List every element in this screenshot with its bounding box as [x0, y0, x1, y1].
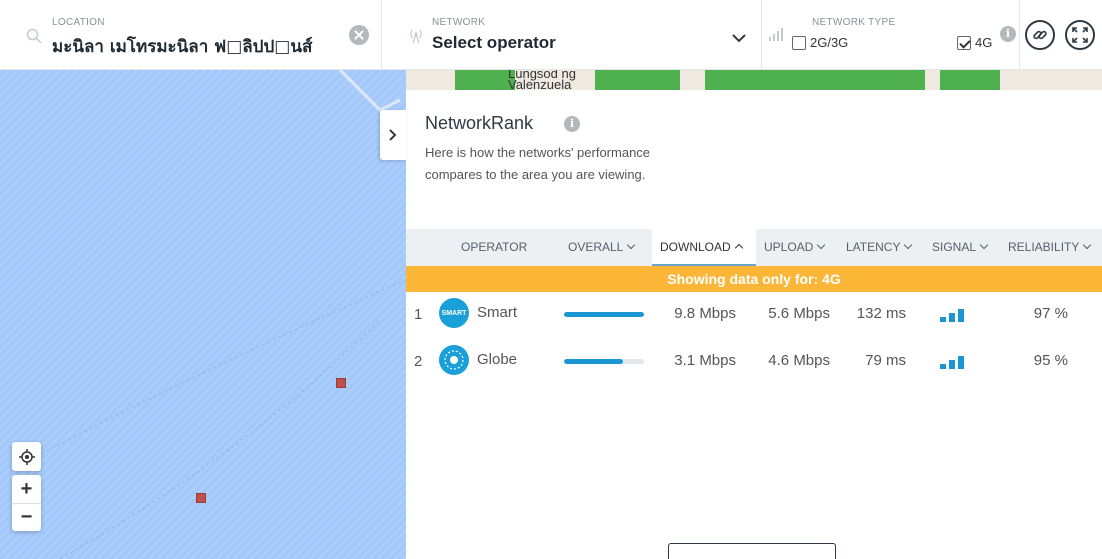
link-icon — [1033, 30, 1047, 40]
reliability-value: 97 % — [1033, 305, 1068, 322]
signal-bar — [949, 313, 955, 322]
signal-icon — [768, 28, 784, 47]
urban-area — [455, 70, 515, 90]
download-value: 3.1 Mbps — [674, 352, 736, 369]
signal-bar — [940, 364, 946, 369]
filter-banner: Showing data only for: 4G — [406, 266, 1102, 292]
table-header: OPERATOR OVERALL DOWNLOAD UPLOAD LATENCY… — [406, 229, 1102, 266]
locate-button[interactable] — [12, 442, 41, 471]
signal-bar — [949, 360, 955, 369]
info-icon[interactable]: i — [564, 116, 580, 132]
signal-bar — [958, 356, 964, 369]
checkbox-label: 4G — [975, 35, 993, 50]
logo-text: SMART — [441, 309, 467, 317]
globe-logo-icon — [444, 350, 464, 370]
column-label: SIGNAL — [932, 240, 977, 254]
operator-logo: SMART — [439, 298, 469, 328]
column-label: DOWNLOAD — [660, 240, 731, 254]
collapse-panel-button[interactable] — [380, 110, 406, 160]
column-operator: OPERATOR — [461, 229, 527, 266]
column-label: RELIABILITY — [1008, 240, 1080, 254]
more-button[interactable] — [668, 543, 836, 559]
zoom-out-button[interactable]: − — [12, 503, 41, 531]
info-icon[interactable]: i — [1000, 26, 1016, 42]
upload-value: 5.6 Mbps — [768, 305, 830, 322]
overall-bar-fill — [564, 359, 624, 364]
network-selector[interactable]: NETWORK Select operator — [382, 0, 762, 70]
checkbox-2g3g[interactable]: 2G/3G — [792, 35, 848, 50]
column-reliability[interactable]: RELIABILITY — [1008, 229, 1092, 266]
clear-icon[interactable] — [349, 25, 369, 45]
checkbox-box[interactable] — [792, 35, 806, 50]
expand-icon — [1072, 27, 1088, 43]
urban-area — [705, 70, 925, 90]
network-label: NETWORK — [432, 17, 486, 28]
urban-area — [940, 70, 1000, 90]
network-type-filter: NETWORK TYPE 2G/3G 4G i — [762, 0, 1020, 70]
zoom-controls: + − — [12, 475, 41, 531]
signal-bar — [958, 309, 964, 322]
crosshair-icon — [18, 448, 35, 465]
location-value[interactable]: มะนิลา เมโทรมะนิลา ฟ□ลิปป□นส์ — [52, 33, 312, 60]
top-bar: LOCATION มะนิลา เมโทรมะนิลา ฟ□ลิปป□นส์ N… — [0, 0, 1102, 70]
operator-name: Globe — [477, 351, 518, 368]
overall-bar — [564, 312, 644, 317]
checkbox-label: 2G/3G — [810, 35, 849, 50]
overall-bar-fill — [564, 312, 644, 317]
column-label: OPERATOR — [461, 240, 528, 254]
header-actions — [1020, 0, 1102, 70]
chevron-right-icon — [389, 129, 397, 141]
map-marker[interactable] — [336, 378, 346, 388]
chevron-down-icon — [904, 240, 913, 250]
panel-description: Here is how the networks' performance co… — [425, 145, 651, 182]
fullscreen-button[interactable] — [1065, 20, 1095, 50]
network-type-label: NETWORK TYPE — [812, 17, 896, 28]
chevron-down-icon — [627, 240, 636, 250]
rank: 2 — [414, 353, 423, 370]
operator-name: Smart — [477, 304, 518, 321]
chevron-down-icon — [1083, 240, 1092, 250]
map-marker[interactable] — [196, 493, 206, 503]
table-row[interactable]: 2 Globe 3.1 Mbps 4.6 Mbps 79 ms 95 % — [406, 341, 1102, 381]
table-row[interactable]: 1 SMART Smart 9.8 Mbps 5.6 Mbps 132 ms 9… — [406, 294, 1102, 334]
overall-bar — [564, 359, 644, 364]
latency-value: 132 ms — [856, 305, 906, 322]
column-label: LATENCY — [846, 240, 901, 254]
tower-icon — [407, 28, 425, 49]
upload-value: 4.6 Mbps — [768, 352, 830, 369]
rank: 1 — [414, 306, 423, 323]
signal-strength-icon — [940, 353, 968, 369]
reliability-value: 95 % — [1033, 352, 1068, 369]
network-value[interactable]: Select operator — [432, 33, 556, 53]
column-upload[interactable]: UPLOAD — [764, 229, 826, 266]
signal-bar — [940, 317, 946, 322]
column-latency[interactable]: LATENCY — [846, 229, 913, 266]
signal-strength-icon — [940, 306, 968, 322]
search-icon — [26, 28, 42, 49]
checkbox-4g[interactable]: 4G — [957, 35, 992, 50]
chevron-down-icon — [979, 240, 989, 250]
column-download[interactable]: DOWNLOAD — [652, 229, 756, 266]
latency-value: 79 ms — [865, 352, 906, 369]
location-search[interactable]: LOCATION มะนิลา เมโทรมะนิลา ฟ□ลิปป□นส์ — [0, 0, 382, 70]
share-link-button[interactable] — [1025, 20, 1055, 50]
panel-title: NetworkRank — [425, 113, 534, 133]
column-overall[interactable]: OVERALL — [568, 229, 636, 266]
download-value: 9.8 Mbps — [674, 305, 736, 322]
column-label: UPLOAD — [764, 240, 814, 254]
operator-logo — [439, 345, 469, 375]
zoom-in-button[interactable]: + — [12, 475, 41, 503]
chevron-down-icon[interactable] — [732, 30, 746, 48]
urban-area — [595, 70, 680, 90]
column-label: OVERALL — [568, 240, 624, 254]
network-rank-panel: NetworkRank i Here is how the networks' … — [406, 90, 1102, 559]
chevron-down-icon — [817, 240, 826, 250]
water-area — [0, 70, 406, 559]
checkbox-box[interactable] — [957, 35, 971, 50]
column-signal[interactable]: SIGNAL — [932, 229, 989, 266]
location-label: LOCATION — [52, 17, 105, 28]
chevron-up-icon — [734, 243, 743, 253]
